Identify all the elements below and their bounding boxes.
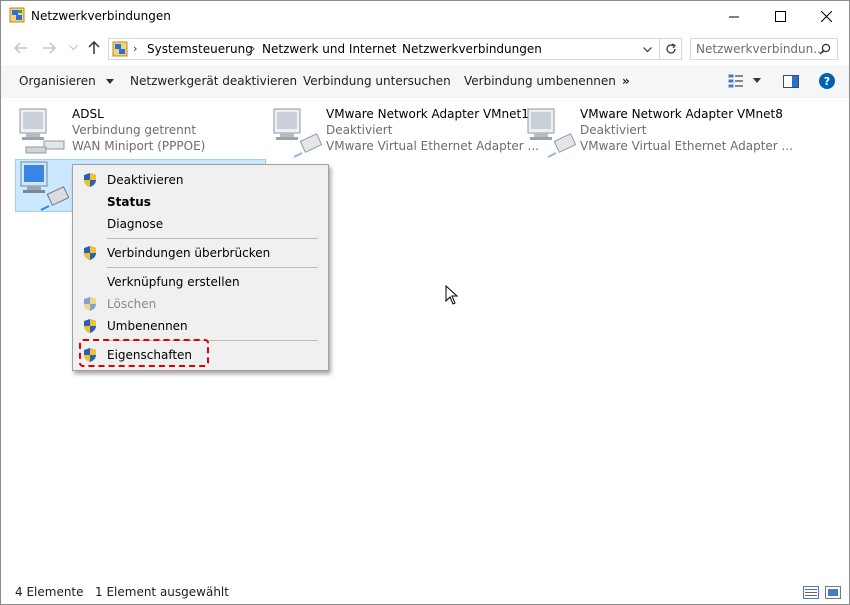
menu-item-create-shortcut[interactable]: Verknüpfung erstellen (73, 271, 328, 293)
menu-item-diagnose[interactable]: Diagnose (73, 213, 328, 235)
highlight-annotation (79, 339, 209, 367)
menu-item-label: Löschen (107, 297, 157, 311)
network-adapter-disconnected-icon (19, 108, 65, 154)
up-arrow-icon (88, 41, 100, 54)
menu-item-status[interactable]: Status (73, 191, 328, 213)
uac-shield-icon (84, 297, 96, 311)
connection-item[interactable]: VMware Network Adapter VMnet8 Deaktivier… (526, 107, 793, 159)
preview-pane-icon[interactable] (783, 75, 799, 88)
chevron-right-icon: › (133, 42, 138, 55)
item-count: 4 Elemente (15, 585, 84, 599)
menu-item-label: Umbenennen (107, 319, 188, 333)
more-commands-button[interactable]: » (622, 74, 630, 88)
caret-down-icon (105, 79, 114, 84)
maximize-button[interactable] (757, 1, 803, 32)
recent-locations-button[interactable] (65, 40, 81, 56)
connection-item[interactable]: ADSL Verbindung getrennt WAN Miniport (P… (18, 107, 268, 159)
network-connections-icon (9, 7, 25, 23)
back-arrow-icon (14, 42, 27, 54)
menu-item-label: Deaktivieren (107, 173, 184, 187)
menu-item-label: Status (107, 195, 151, 209)
connection-status: Verbindung getrennt (72, 123, 197, 137)
menu-separator (107, 267, 318, 268)
close-icon (820, 11, 832, 22)
menu-item-label: Diagnose (107, 217, 164, 231)
organize-label: Organisieren (19, 74, 96, 88)
chevron-right-icon: › (391, 42, 396, 55)
uac-shield-icon (84, 246, 96, 260)
minimize-icon (729, 16, 739, 17)
caret-down-icon[interactable] (753, 78, 761, 83)
maximize-icon (774, 11, 786, 22)
uac-shield-icon (84, 173, 96, 187)
network-adapter-disabled-icon (273, 108, 322, 158)
network-adapter-icon (20, 161, 69, 211)
connection-name: VMware Network Adapter VMnet8 (580, 107, 783, 121)
refresh-icon[interactable] (665, 43, 677, 55)
menu-item-deactivate[interactable]: Deaktivieren (73, 169, 328, 191)
close-button[interactable] (803, 1, 849, 32)
status-bar: 4 Elemente 1 Element ausgewählt (1, 582, 849, 604)
title-bar: Netzwerkverbindungen (1, 1, 849, 32)
breadcrumb-control-panel[interactable]: Systemsteuerung (147, 42, 253, 56)
connection-status: Deaktiviert (580, 123, 647, 137)
chevron-right-icon: › (251, 42, 256, 55)
help-icon[interactable]: ? (819, 73, 835, 89)
chevron-down-icon[interactable] (643, 47, 652, 53)
menu-item-rename[interactable]: Umbenennen (73, 315, 328, 337)
command-bar: Organisieren Netzwerkgerät deaktivieren … (1, 65, 849, 98)
menu-item-bridge[interactable]: Verbindungen überbrücken (73, 242, 328, 264)
mouse-cursor-icon (445, 285, 459, 305)
window: Netzwerkverbindungen › Systemsteuerung ›… (0, 0, 850, 605)
disable-device-button[interactable]: Netzwerkgerät deaktivieren (130, 74, 297, 88)
large-icons-view-icon[interactable] (825, 586, 841, 599)
menu-item-delete: Löschen (73, 293, 328, 315)
view-options-icon[interactable] (728, 74, 744, 88)
address-bar[interactable]: › Systemsteuerung › Netzwerk und Interne… (108, 38, 682, 60)
breadcrumb-network-internet[interactable]: Netzwerk und Internet (262, 42, 397, 56)
menu-separator (107, 238, 318, 239)
connection-device: VMware Virtual Ethernet Adapter ... (326, 139, 539, 153)
back-button[interactable] (13, 40, 29, 56)
minimize-button[interactable] (711, 1, 757, 32)
connection-name: ADSL (72, 107, 104, 121)
forward-arrow-icon (43, 42, 56, 54)
up-button[interactable] (86, 40, 102, 56)
address-row: › Systemsteuerung › Netzwerk und Interne… (1, 34, 849, 64)
control-panel-icon (112, 41, 128, 57)
rename-connection-button[interactable]: Verbindung umbenennen (464, 74, 616, 88)
connection-device: VMware Virtual Ethernet Adapter ... (580, 139, 793, 153)
menu-item-label: Verknüpfung erstellen (107, 275, 240, 289)
breadcrumb-network-connections[interactable]: Netzwerkverbindungen (402, 42, 542, 56)
details-view-icon[interactable] (803, 586, 819, 599)
window-title: Netzwerkverbindungen (31, 9, 171, 23)
organize-button[interactable]: Organisieren (19, 74, 114, 88)
network-adapter-disabled-icon (527, 108, 576, 158)
connection-status: Deaktiviert (326, 123, 393, 137)
connection-device: WAN Miniport (PPPOE) (72, 139, 206, 153)
connection-item[interactable]: VMware Network Adapter VMnet1 Deaktivier… (272, 107, 539, 159)
search-placeholder: Netzwerkverbindun... (696, 42, 825, 56)
search-icon (819, 43, 831, 55)
chevron-down-icon (68, 45, 78, 51)
selection-count: 1 Element ausgewählt (95, 585, 229, 599)
diagnose-connection-button[interactable]: Verbindung untersuchen (303, 74, 451, 88)
connection-name: VMware Network Adapter VMnet1 (326, 107, 529, 121)
menu-item-label: Verbindungen überbrücken (107, 246, 271, 260)
svg-text:?: ? (824, 75, 830, 88)
forward-button[interactable] (41, 40, 57, 56)
uac-shield-icon (84, 319, 96, 333)
search-input[interactable]: Netzwerkverbindun... (690, 38, 838, 60)
